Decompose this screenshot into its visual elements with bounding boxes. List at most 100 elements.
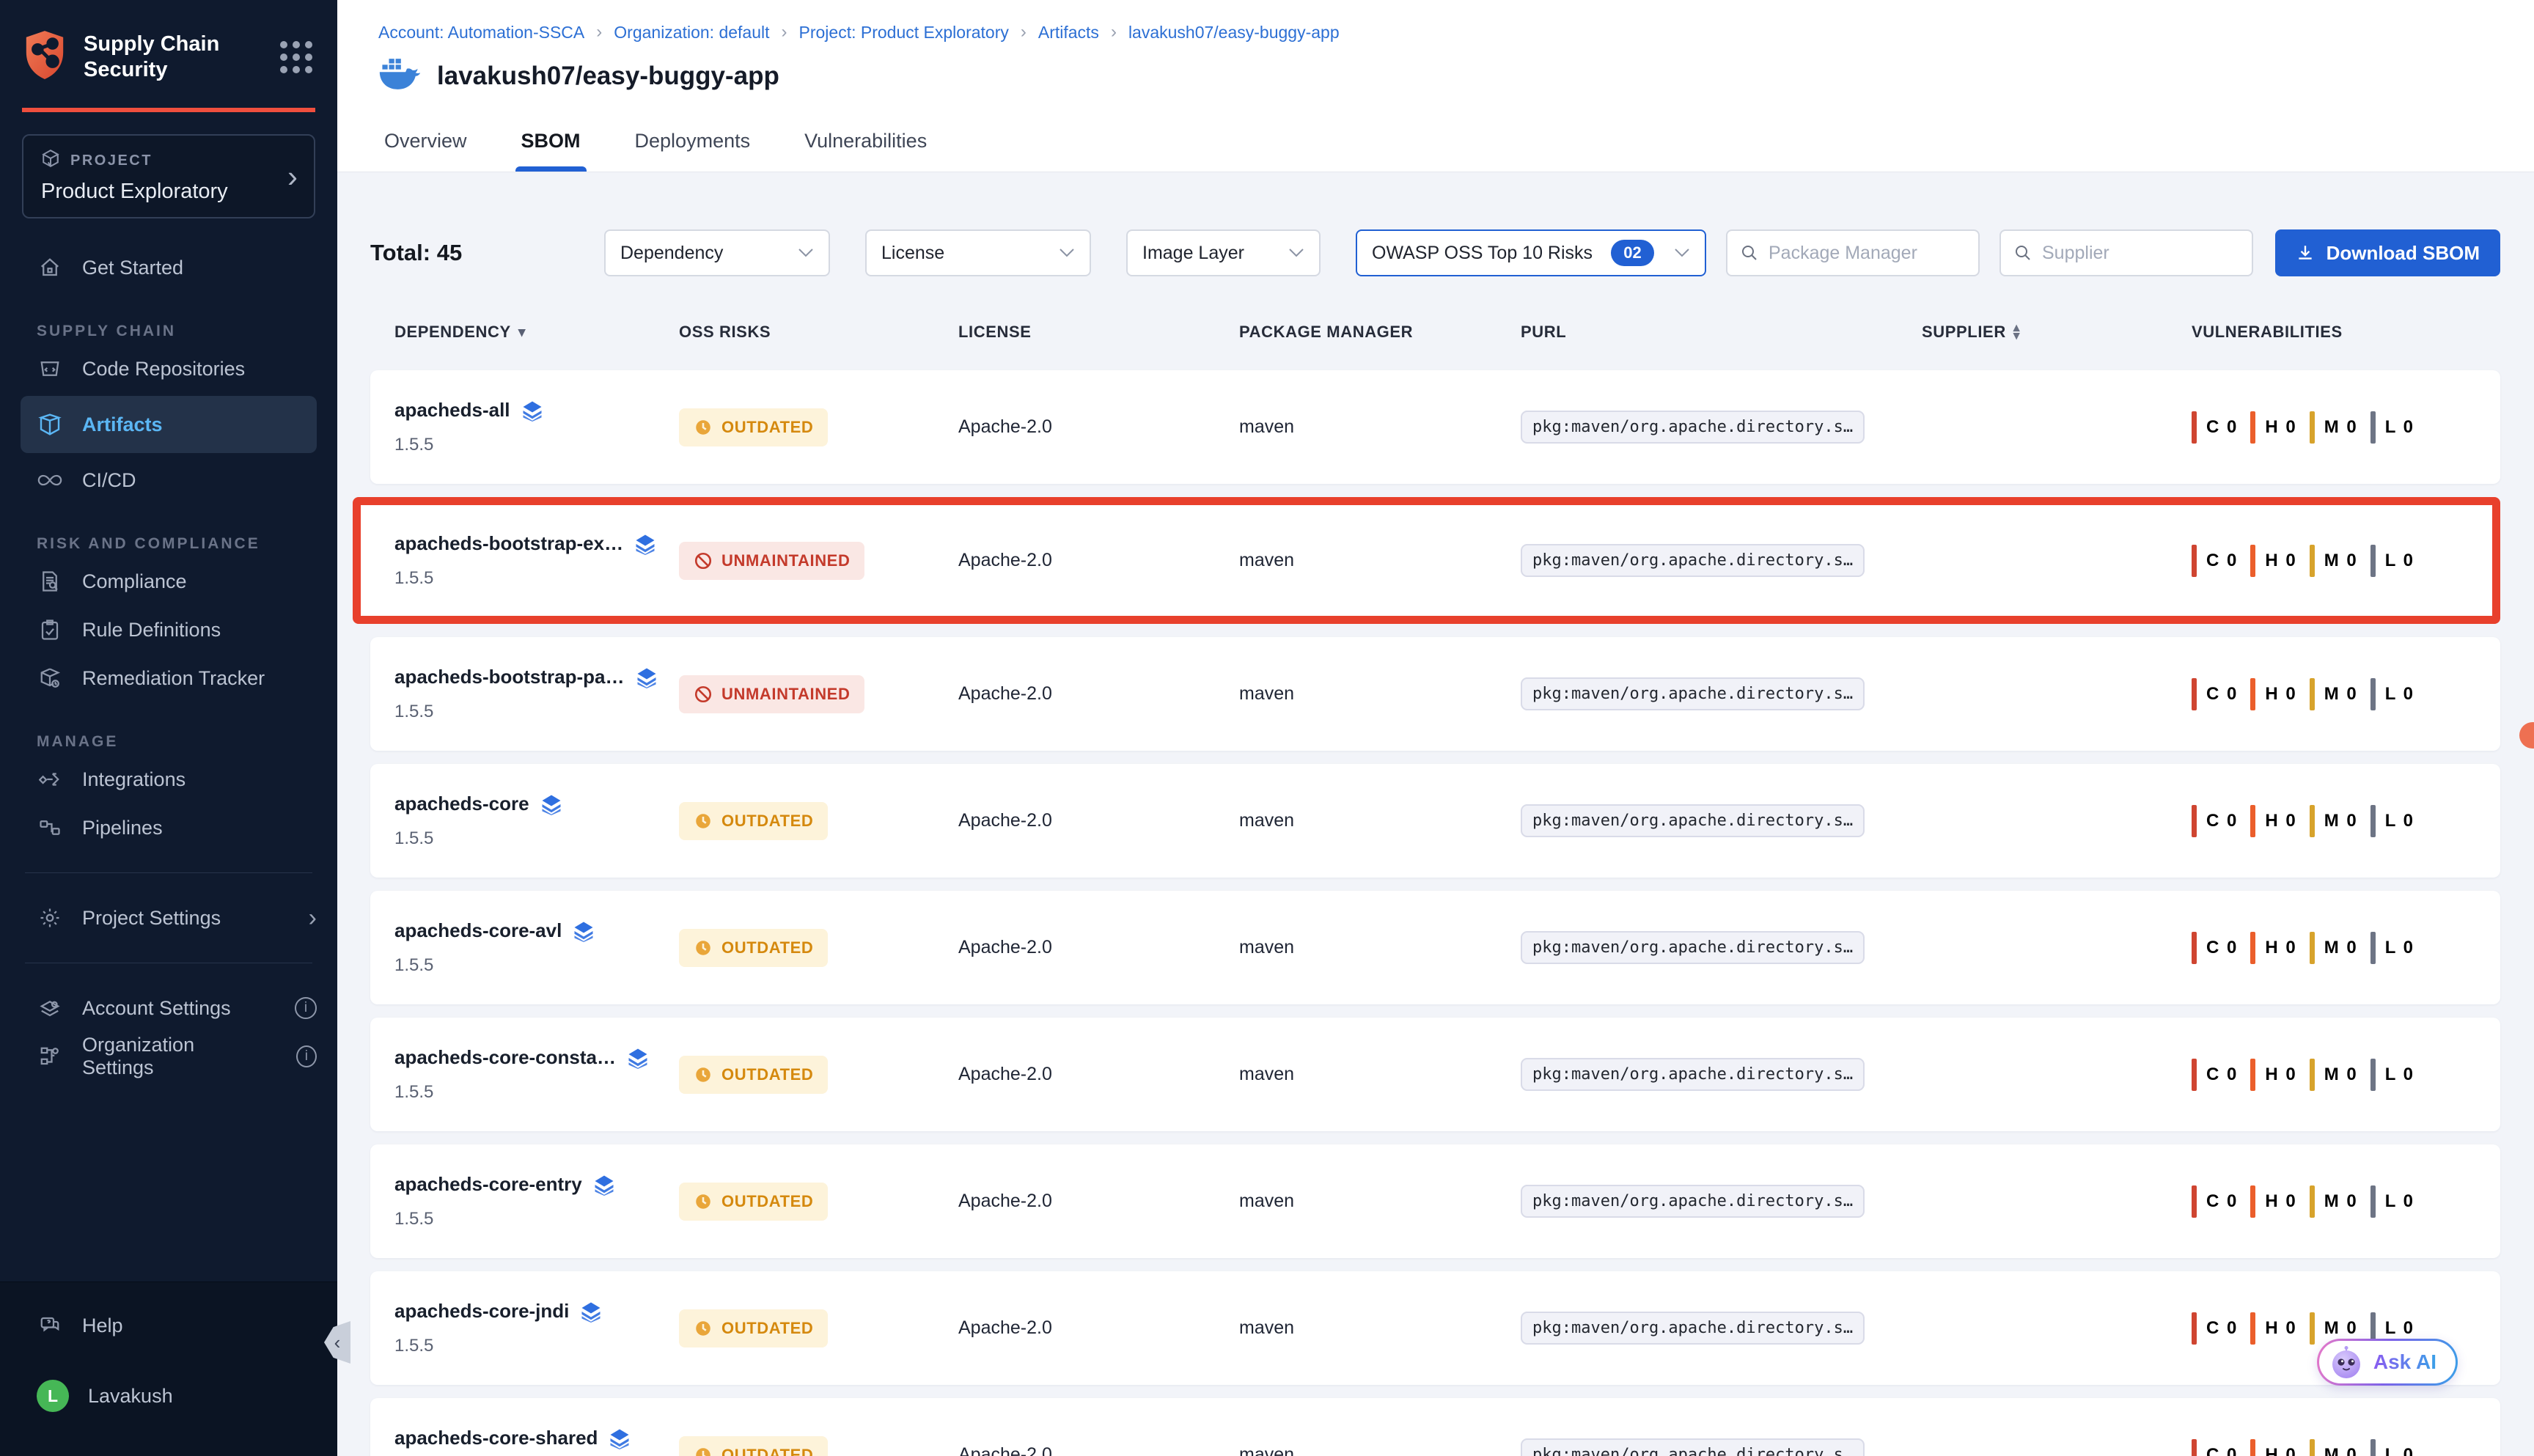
package-manager-input[interactable] xyxy=(1769,243,1944,264)
app-switcher-grid-icon[interactable] xyxy=(280,41,312,73)
risk-badge: UNMAINTAINED xyxy=(679,542,864,580)
risk-badge: OUTDATED xyxy=(679,1056,828,1094)
breadcrumb-organization[interactable]: Organization: default xyxy=(614,23,769,43)
risk-badge: OUTDATED xyxy=(679,802,828,840)
oss-risk-cell: OUTDATED xyxy=(679,1183,958,1221)
risk-label: OUTDATED xyxy=(721,1446,813,1456)
org-gear-icon xyxy=(37,1045,63,1067)
logo-row: Supply Chain Security xyxy=(0,0,337,103)
low-count: L 0 xyxy=(2385,1445,2414,1456)
column-supplier[interactable]: SUPPLIER ▴▾ xyxy=(1922,323,2192,342)
low-bar xyxy=(2370,1439,2376,1456)
high-count: H 0 xyxy=(2265,1318,2296,1339)
filter-owasp-risks[interactable]: OWASP OSS Top 10 Risks 02 xyxy=(1356,229,1706,276)
search-icon xyxy=(1741,244,1758,262)
filter-count-badge: 02 xyxy=(1611,240,1653,266)
tab-deployments[interactable]: Deployments xyxy=(629,112,757,172)
purl-chip[interactable]: pkg:maven/org.apache.directory.s… xyxy=(1521,1185,1865,1218)
sidebar-item-cicd[interactable]: CI/CD xyxy=(0,456,337,504)
risk-label: OUTDATED xyxy=(721,1319,813,1338)
high-bar xyxy=(2250,545,2255,577)
sidebar-item-artifacts[interactable]: Artifacts xyxy=(21,396,317,453)
critical-bar xyxy=(2192,932,2197,964)
sidebar-item-integrations[interactable]: Integrations xyxy=(0,755,337,804)
layers-icon xyxy=(580,1301,602,1323)
filter-license[interactable]: License xyxy=(865,229,1091,276)
table-row[interactable]: apacheds-bootstrap-ex… 1.5.5 UNMAINTAINE… xyxy=(361,505,2492,616)
high-bar xyxy=(2250,411,2255,444)
sort-desc-icon[interactable]: ▾ xyxy=(518,324,526,341)
sidebar-item-rule-definitions[interactable]: Rule Definitions xyxy=(0,606,337,654)
breadcrumb-artifact-name[interactable]: lavakush07/easy-buggy-app xyxy=(1128,23,1340,43)
low-count: L 0 xyxy=(2385,551,2414,571)
breadcrumb-account[interactable]: Account: Automation-SSCA xyxy=(378,23,584,43)
license-cell: Apache-2.0 xyxy=(958,1444,1239,1456)
sidebar-item-pipelines[interactable]: Pipelines xyxy=(0,804,337,852)
download-sbom-button[interactable]: Download SBOM xyxy=(2275,229,2500,276)
purl-chip[interactable]: pkg:maven/org.apache.directory.s… xyxy=(1521,677,1865,710)
breadcrumb-project[interactable]: Project: Product Exploratory xyxy=(799,23,1009,43)
chevron-right-icon: › xyxy=(309,904,317,933)
purl-chip[interactable]: pkg:maven/org.apache.directory.s… xyxy=(1521,411,1865,444)
sidebar-item-code-repositories[interactable]: Code Repositories xyxy=(0,345,337,393)
vulnerabilities-cell: C 0 H 0 M 0 L 0 xyxy=(2192,805,2500,837)
sidebar-item-compliance[interactable]: Compliance xyxy=(0,557,337,606)
help-button[interactable]: Help xyxy=(0,1301,337,1350)
sidebar-item-remediation-tracker[interactable]: Remediation Tracker xyxy=(0,654,337,702)
tab-overview[interactable]: Overview xyxy=(378,112,473,172)
table-row[interactable]: apacheds-all 1.5.5 OUTDATED Apache-2.0 xyxy=(370,370,2500,484)
table-row[interactable]: apacheds-core-entry 1.5.5 OUTDATED Apach… xyxy=(370,1144,2500,1258)
table-row[interactable]: apacheds-core-shared 1.5.5 OUTDATED Apac… xyxy=(370,1398,2500,1456)
info-icon[interactable]: i xyxy=(295,997,317,1019)
project-selector[interactable]: PROJECT Product Exploratory › xyxy=(22,134,315,218)
search-icon xyxy=(2014,244,2032,262)
sort-updown-icon[interactable]: ▴▾ xyxy=(2013,324,2020,339)
table-row[interactable]: apacheds-core-avl 1.5.5 OUTDATED Apache-… xyxy=(370,891,2500,1004)
medium-count: M 0 xyxy=(2324,1191,2358,1212)
clock-icon xyxy=(694,418,713,437)
filter-image-layer[interactable]: Image Layer xyxy=(1126,229,1321,276)
breadcrumb-artifacts[interactable]: Artifacts xyxy=(1038,23,1099,43)
critical-bar xyxy=(2192,1312,2197,1345)
column-oss-risks: OSS RISKS xyxy=(679,323,958,342)
purl-chip[interactable]: pkg:maven/org.apache.directory.s… xyxy=(1521,1438,1865,1456)
purl-chip[interactable]: pkg:maven/org.apache.directory.s… xyxy=(1521,804,1865,837)
chevron-separator-icon: › xyxy=(1021,22,1027,43)
sidebar-item-project-settings[interactable]: Project Settings › xyxy=(0,894,337,942)
dependency-name: apacheds-core-avl xyxy=(394,919,562,942)
ask-ai-button[interactable]: Ask AI xyxy=(2317,1339,2458,1386)
column-dependency[interactable]: DEPENDENCY ▾ xyxy=(394,323,679,342)
medium-count: M 0 xyxy=(2324,551,2358,571)
highlight-annotation-box: apacheds-bootstrap-ex… 1.5.5 UNMAINTAINE… xyxy=(353,497,2500,624)
table-row[interactable]: apacheds-core 1.5.5 OUTDATED Apache-2.0 xyxy=(370,764,2500,878)
ask-ai-label: Ask AI xyxy=(2373,1350,2436,1374)
table-row[interactable]: apacheds-core-jndi 1.5.5 OUTDATED Apache… xyxy=(370,1271,2500,1385)
low-count: L 0 xyxy=(2385,1065,2414,1085)
column-vulnerabilities: VULNERABILITIES xyxy=(2192,323,2500,342)
dependency-cell: apacheds-core-avl 1.5.5 xyxy=(394,919,679,976)
project-label: PROJECT xyxy=(70,152,153,169)
table-row[interactable]: apacheds-core-consta… 1.5.5 OUTDATED Apa… xyxy=(370,1018,2500,1131)
sidebar-item-account-settings[interactable]: Account Settings i xyxy=(0,984,337,1032)
dependency-version: 1.5.5 xyxy=(394,1209,679,1229)
purl-chip[interactable]: pkg:maven/org.apache.directory.s… xyxy=(1521,931,1865,964)
chevron-down-icon xyxy=(1674,248,1690,258)
tab-sbom[interactable]: SBOM xyxy=(515,112,587,172)
table-row[interactable]: apacheds-bootstrap-pa… 1.5.5 UNMAINTAINE… xyxy=(370,637,2500,751)
risk-label: OUTDATED xyxy=(721,812,813,831)
tab-vulnerabilities[interactable]: Vulnerabilities xyxy=(798,112,933,172)
filter-dependency[interactable]: Dependency xyxy=(604,229,830,276)
info-icon[interactable]: i xyxy=(296,1045,317,1067)
main-area: Account: Automation-SSCA › Organization:… xyxy=(337,0,2534,1456)
sidebar-item-organization-settings[interactable]: Organization Settings i xyxy=(0,1032,337,1081)
purl-chip[interactable]: pkg:maven/org.apache.directory.s… xyxy=(1521,544,1865,577)
high-bar xyxy=(2250,1312,2255,1345)
sidebar-item-get-started[interactable]: Get Started xyxy=(0,243,337,292)
high-count: H 0 xyxy=(2265,684,2296,705)
user-menu[interactable]: L Lavakush xyxy=(0,1372,337,1420)
purl-chip[interactable]: pkg:maven/org.apache.directory.s… xyxy=(1521,1058,1865,1091)
oss-risk-cell: OUTDATED xyxy=(679,408,958,446)
supplier-input[interactable] xyxy=(2042,243,2218,264)
license-cell: Apache-2.0 xyxy=(958,1317,1239,1339)
purl-chip[interactable]: pkg:maven/org.apache.directory.s… xyxy=(1521,1312,1865,1345)
